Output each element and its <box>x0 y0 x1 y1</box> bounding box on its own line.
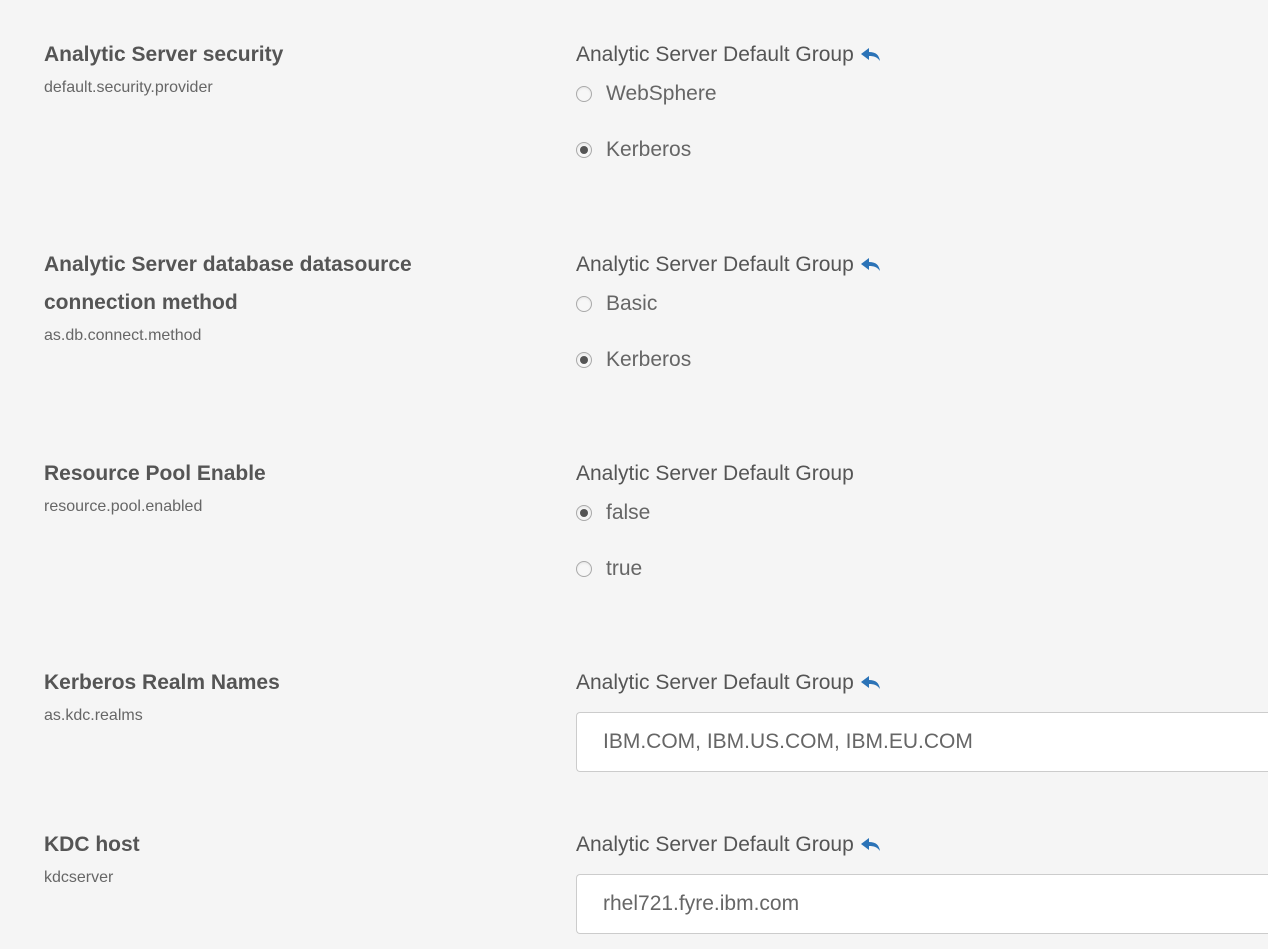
radio-button[interactable] <box>576 561 592 577</box>
setting-key: as.kdc.realms <box>44 707 143 724</box>
setting-label: Analytic Server security default.securit… <box>44 36 544 100</box>
radio-option-websphere[interactable]: WebSphere <box>576 66 1268 122</box>
setting-value: Analytic Server Default Group <box>576 664 1268 774</box>
setting-title: KDC host <box>44 833 140 856</box>
group-label: Analytic Server Default Group <box>576 671 854 694</box>
radio-label: true <box>606 557 643 580</box>
radio-option-basic[interactable]: Basic <box>576 276 1268 332</box>
setting-title: Kerberos Realm Names <box>44 671 280 694</box>
undo-arrow-icon[interactable] <box>860 257 882 273</box>
setting-title-line2: connection method <box>44 291 238 314</box>
radio-option-true[interactable]: true <box>576 541 1268 597</box>
setting-key: kdcserver <box>44 869 114 886</box>
setting-kdc-host: KDC host kdcserver Analytic Server Defau… <box>0 826 1268 946</box>
setting-label: Resource Pool Enable resource.pool.enabl… <box>44 455 544 519</box>
kdc-realms-input[interactable] <box>576 712 1268 772</box>
radio-label: Kerberos <box>606 348 692 371</box>
radio-option-kerberos[interactable]: Kerberos <box>576 122 1268 178</box>
setting-value: Analytic Server Default Group false true <box>576 455 1268 597</box>
setting-label: Analytic Server database datasource conn… <box>44 246 544 348</box>
undo-arrow-icon[interactable] <box>860 47 882 63</box>
group-label: Analytic Server Default Group <box>576 253 854 276</box>
group-label: Analytic Server Default Group <box>576 833 854 856</box>
kdc-host-input[interactable] <box>576 874 1268 934</box>
setting-label: KDC host kdcserver <box>44 826 544 890</box>
radio-button[interactable] <box>576 296 592 312</box>
group-label-row: Analytic Server Default Group <box>576 830 1268 860</box>
radio-button[interactable] <box>576 86 592 102</box>
radio-label: WebSphere <box>606 82 717 105</box>
radio-button-selected[interactable] <box>576 352 592 368</box>
setting-title-line1: Analytic Server database datasource <box>44 253 412 276</box>
radio-button-selected[interactable] <box>576 505 592 521</box>
radio-button-selected[interactable] <box>576 142 592 158</box>
undo-arrow-icon[interactable] <box>860 675 882 691</box>
group-label: Analytic Server Default Group <box>576 43 854 66</box>
radio-label: Basic <box>606 292 658 315</box>
group-label: Analytic Server Default Group <box>576 462 854 485</box>
radio-label: Kerberos <box>606 138 692 161</box>
setting-key: resource.pool.enabled <box>44 498 203 515</box>
setting-kdc-realms: Kerberos Realm Names as.kdc.realms Analy… <box>0 664 1268 774</box>
setting-title: Analytic Server security <box>44 43 284 66</box>
undo-arrow-icon[interactable] <box>860 837 882 853</box>
setting-value: Analytic Server Default Group <box>576 826 1268 946</box>
setting-value: Analytic Server Default Group Basic Kerb… <box>576 246 1268 388</box>
setting-value: Analytic Server Default Group WebSphere … <box>576 36 1268 178</box>
radio-label: false <box>606 501 651 524</box>
setting-key: as.db.connect.method <box>44 327 202 344</box>
setting-key: default.security.provider <box>44 79 213 96</box>
setting-label: Kerberos Realm Names as.kdc.realms <box>44 664 544 728</box>
radio-option-kerberos[interactable]: Kerberos <box>576 332 1268 388</box>
radio-option-false[interactable]: false <box>576 485 1268 541</box>
group-label-row: Analytic Server Default Group <box>576 668 1268 698</box>
setting-title: Resource Pool Enable <box>44 462 266 485</box>
